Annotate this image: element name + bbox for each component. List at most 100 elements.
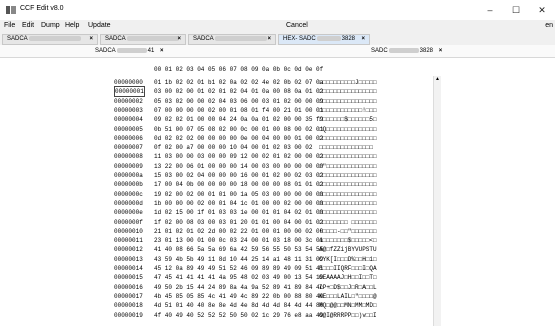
row-ascii[interactable]: E□□□IIQRF□□□I□QA [319,264,377,273]
close-button[interactable]: ✕ [529,2,555,18]
row-ascii[interactable]: #□□□□□□□$□□□□□<□ [319,236,377,245]
row-ascii[interactable]: □□□□□□□□□□□□□□□□ [319,190,377,199]
row-ascii[interactable]: □□□□□□□□□□□□□□□□ [319,180,377,189]
close-subtab-icon[interactable]: × [439,48,443,54]
row-bytes[interactable]: 47 45 41 41 41 41 4a 95 48 02 03 49 00 1… [154,273,323,282]
row-address: 00000003 [114,106,143,114]
row-bytes[interactable]: 03 00 02 00 01 02 01 02 04 01 0a 00 08 0… [154,87,323,96]
row-bytes[interactable]: 41 40 08 66 5a 5a 69 6a 42 59 56 55 50 5… [154,245,323,254]
row-ascii[interactable]: CYK[I□□□D%□□H□1□ [319,255,377,264]
row-ascii[interactable]: □□□□□□□□□□□□□□□ [319,143,373,152]
row-bytes[interactable]: 21 01 02 01 02 2d 00 02 22 01 00 01 00 0… [154,227,323,236]
row-ascii[interactable]: IP+□D$□□J□R□A□□L [319,283,377,292]
row-bytes[interactable]: 09 02 02 01 00 00 04 24 0a 0a 01 02 00 0… [154,115,323,124]
sub-tab-bar: SADCA 41 × SADC 3828 × [0,45,555,58]
close-tab-icon[interactable]: × [177,35,181,44]
row-bytes[interactable]: 0f 02 00 a7 00 00 00 10 04 00 01 02 03 0… [154,143,312,152]
menu-update[interactable]: Update [88,22,111,29]
language-label: en [545,22,553,29]
menu-dump[interactable]: Dump [41,22,60,29]
row-ascii[interactable]: GEAAAAJ□H□□I□□T□ [319,273,377,282]
close-tab-icon[interactable]: × [361,35,365,44]
subtab-label: SADCA [95,48,116,54]
title-bar: CCF Edit v8.0 – ☐ ✕ [0,0,555,20]
cancel-button[interactable]: Cancel [286,22,308,29]
row-bytes[interactable]: 4f 40 49 40 52 52 52 50 50 02 1c 29 76 e… [154,311,323,320]
redacted-text [28,35,81,41]
close-subtab-icon[interactable]: × [160,48,164,54]
row-address: 00000009 [114,162,143,170]
row-address: 00000017 [114,292,143,300]
row-bytes[interactable]: 49 50 2b 15 44 24 89 8a 4a 9a 52 89 41 8… [154,283,323,292]
row-bytes[interactable]: 1d 02 15 00 1f 01 03 03 1e 00 01 01 04 0… [154,208,323,217]
row-bytes[interactable]: 1f 02 00 08 03 00 03 01 20 01 01 00 04 0… [154,218,323,227]
menu-file[interactable]: File [4,22,15,29]
row-ascii[interactable]: □□□□□□□□□□□□□□□□ [319,97,377,106]
row-bytes[interactable]: 17 00 04 0b 00 00 00 00 18 00 00 00 08 0… [154,180,323,189]
row-bytes[interactable]: 45 12 0a 89 49 49 51 52 46 09 89 89 49 0… [154,264,323,273]
row-ascii[interactable]: □□□□□□□□ □□□□□□□ [319,218,377,227]
close-tab-icon[interactable]: × [267,35,271,44]
subtab-suffix: 3828 [419,48,434,54]
row-address: 00000018 [114,302,143,310]
row-bytes[interactable]: 07 00 00 00 00 02 00 01 08 01 f4 00 21 0… [154,106,323,115]
menu-help[interactable]: Help [65,22,79,29]
row-ascii[interactable]: □"□□□□□□□□□□□□□□ [319,162,377,171]
tab-label: SADCA [7,36,28,42]
row-ascii[interactable]: !□□□□-□□"□□□□□□□ [319,227,377,236]
row-ascii[interactable]: □□□□□□□□□□□□□□□□ [319,199,377,208]
row-ascii[interactable]: KE□□□LAIL□"□□□□@ [319,292,377,301]
hex-editor[interactable]: 00 01 02 03 04 05 06 07 08 09 0a 0b 0c 0… [0,58,555,328]
row-bytes[interactable]: 19 02 00 02 00 01 01 00 1a 05 03 00 00 0… [154,190,323,199]
row-ascii[interactable]: □□□□□□□□□□□□□□□□ [319,208,377,217]
row-ascii[interactable]: □□□□□□□□□□□□□□□□ [319,134,377,143]
row-bytes[interactable]: 11 03 00 00 03 00 00 09 12 00 02 01 02 0… [154,152,323,161]
row-ascii[interactable]: O@I@RRRPP□□)v□□I [319,311,377,320]
subtab-1[interactable]: SADCA 41 × [95,46,164,56]
row-bytes[interactable]: 0b 51 00 07 05 08 02 00 0c 00 01 00 08 0… [154,125,323,134]
scroll-up-icon[interactable]: ▲ [434,76,441,83]
row-address: 00000006 [114,134,143,142]
maximize-button[interactable]: ☐ [503,2,529,18]
row-address: 00000007 [114,144,143,152]
row-ascii[interactable]: □□□□□□□□□□□□!□□□ [319,106,377,115]
menu-edit[interactable]: Edit [22,22,34,29]
row-ascii[interactable]: □□□□□□□□□□□□□□□□ [319,87,377,96]
row-address: 00000011 [114,237,143,245]
row-bytes[interactable]: 01 1b 02 02 01 b1 02 0a 02 02 4e 02 0b 0… [154,78,323,87]
subtab-2[interactable]: SADC 3828 × [371,46,442,56]
row-ascii[interactable]: MQ□@@□□MN□MM□MD□ [319,301,377,310]
row-address: 0000000d [114,199,143,207]
tab-file-3[interactable]: SADCA × [188,34,276,45]
row-address: 00000010 [114,227,143,235]
tab-file-2[interactable]: SADCA × [100,34,186,45]
row-address: 0000000f [114,218,143,226]
row-bytes[interactable]: 13 22 00 06 01 00 00 00 14 00 03 00 00 0… [154,162,323,171]
row-address: 0000000c [114,190,143,198]
row-bytes[interactable]: 4d 51 01 40 40 8e 8e 4d 4e 8d 4d 4d 84 4… [154,301,323,310]
row-address: 00000005 [114,125,143,133]
row-address: 00000019 [114,311,143,319]
row-bytes[interactable]: 23 01 13 00 01 00 0c 03 24 00 01 03 18 0… [154,236,323,245]
row-ascii[interactable]: □□□□□□□□□□□□□□□□ [319,171,377,180]
row-ascii[interactable]: □□□□□□□$□□□□□□5□ [319,115,377,124]
row-ascii[interactable]: □□□□□□□□□□□□□□□□ [319,152,377,161]
tab-label: SADCA [193,36,214,42]
file-tab-bar: SADCA × SADCA × SADCA × HEX- SADC 3828 × [0,34,555,45]
row-bytes[interactable]: 05 03 02 00 00 02 04 03 06 00 03 01 02 0… [154,97,323,106]
close-tab-icon[interactable]: × [89,35,93,44]
row-bytes[interactable]: 1b 00 00 00 02 00 01 04 1c 01 00 00 02 0… [154,199,323,208]
row-ascii[interactable]: □Q□□□□□□□□□□□□□□ [319,125,377,134]
app-icon [6,6,16,14]
tab-hex[interactable]: HEX- SADC 3828 × [278,34,370,45]
row-bytes[interactable]: 43 59 4b 5b 49 11 8d 10 44 25 14 a1 48 1… [154,255,323,264]
row-bytes[interactable]: 4b 45 85 05 85 4c 41 49 4c 89 22 0b 00 8… [154,292,323,301]
row-ascii[interactable]: A@□fZZijBYVUPSTU [319,245,377,254]
minimize-button[interactable]: – [477,2,503,18]
row-address: 0000000e [114,209,143,217]
row-bytes[interactable]: 0d 02 02 02 00 00 00 00 0e 00 04 00 00 0… [154,134,323,143]
row-ascii[interactable]: □□□□□□□□□□J□□□□□ [319,78,377,87]
row-bytes[interactable]: 15 03 00 02 04 00 00 00 16 00 01 02 00 0… [154,171,323,180]
vertical-scrollbar[interactable]: ▲ [433,76,441,326]
tab-file-1[interactable]: SADCA × [2,34,98,45]
